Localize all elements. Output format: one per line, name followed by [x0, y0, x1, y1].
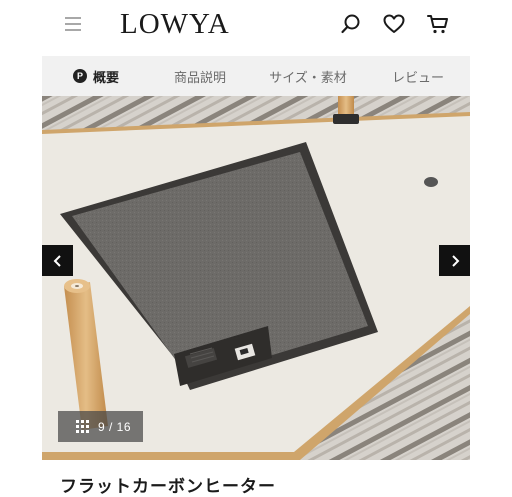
- tab-product-description-label: 商品説明: [173, 69, 226, 85]
- tab-reviews-label: レビュー: [391, 69, 444, 85]
- gallery-counter-button[interactable]: 9 / 16: [58, 411, 143, 442]
- cart-icon[interactable]: [426, 12, 450, 36]
- gallery-counter-text: 9 / 16: [98, 419, 132, 434]
- search-icon[interactable]: [339, 12, 363, 36]
- tab-overview[interactable]: P 概要: [42, 56, 150, 96]
- tab-reviews[interactable]: レビュー: [366, 56, 470, 96]
- site-header: LOWYA: [0, 0, 512, 50]
- tab-size-material-label: サイズ・素材: [269, 69, 347, 85]
- grid-icon: [76, 419, 90, 434]
- heart-icon[interactable]: [382, 12, 406, 36]
- tab-product-description[interactable]: 商品説明: [150, 56, 250, 96]
- brand-logo[interactable]: LOWYA: [120, 8, 230, 41]
- menu-icon[interactable]: [62, 14, 84, 34]
- carousel-next-button[interactable]: [439, 245, 470, 276]
- tab-size-material[interactable]: サイズ・素材: [250, 56, 366, 96]
- chevron-left-icon: [53, 254, 61, 267]
- product-image-carousel[interactable]: 9 / 16: [42, 96, 470, 460]
- product-photo: [42, 96, 470, 460]
- carousel-prev-button[interactable]: [42, 245, 73, 276]
- tab-overview-label: 概要: [92, 69, 119, 85]
- product-title: フラットカーボンヒーター: [60, 477, 276, 496]
- point-badge-icon: P: [72, 69, 87, 83]
- section-tabs: P 概要 商品説明 サイズ・素材 レビュー: [42, 56, 470, 96]
- chevron-right-icon: [451, 254, 459, 267]
